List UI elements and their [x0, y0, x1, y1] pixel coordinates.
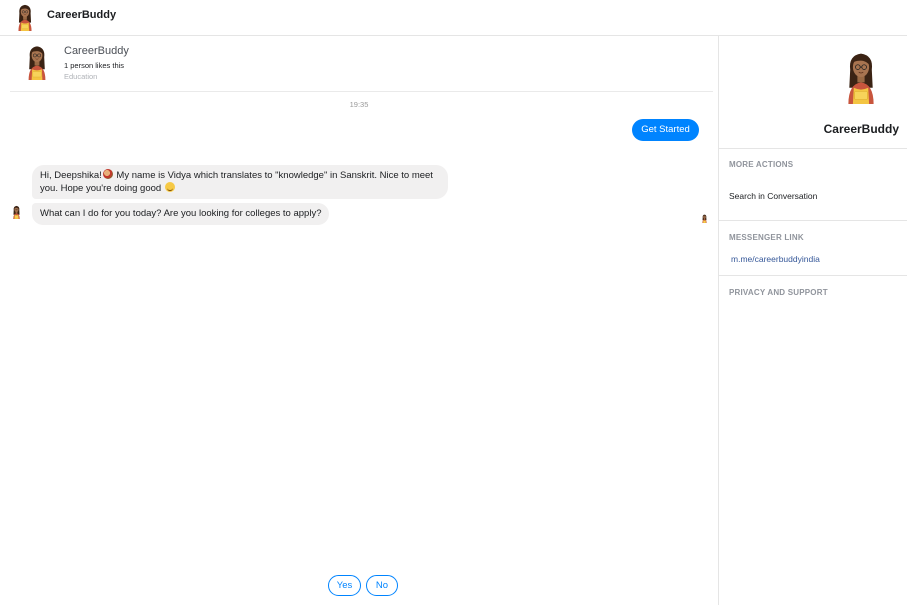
page-profile-header: CareerBuddy 1 person likes this Educatio…: [10, 36, 713, 92]
top-bar: CareerBuddy: [0, 0, 907, 36]
page-name[interactable]: CareerBuddy: [64, 45, 129, 57]
globe-face-emoji-icon: [102, 169, 113, 179]
avatar-icon[interactable]: [14, 3, 36, 31]
divider: [719, 220, 907, 221]
more-actions-heading[interactable]: MORE ACTIONS: [729, 160, 793, 169]
avatar-icon: [11, 205, 22, 219]
quick-reply-no-button[interactable]: No: [366, 575, 398, 596]
message-bubble: What can I do for you today? Are you loo…: [32, 203, 330, 225]
message-timestamp: 19:35: [349, 100, 369, 109]
messenger-link[interactable]: m.me/careerbuddyindia: [731, 254, 820, 264]
info-sidebar: CareerBuddy MORE ACTIONS Search in Conve…: [718, 36, 907, 605]
message-bubble: Hi, Deepshika! My name is Vidya which tr…: [32, 165, 448, 199]
avatar-icon[interactable]: [843, 48, 879, 106]
divider: [719, 148, 907, 149]
page-likes: 1 person likes this: [64, 61, 125, 70]
search-in-conversation-item[interactable]: Search in Conversation: [729, 191, 817, 201]
message-text: Hi, Deepshika!: [40, 170, 102, 181]
privacy-support-heading[interactable]: PRIVACY AND SUPPORT: [729, 288, 828, 297]
chat-panel: CareerBuddy 1 person likes this Educatio…: [0, 36, 718, 605]
get-started-message[interactable]: Get Started: [632, 119, 699, 141]
messenger-link-heading[interactable]: MESSENGER LINK: [729, 233, 804, 242]
message-text: What can I do for you today? Are you loo…: [40, 208, 322, 219]
avatar-icon[interactable]: [23, 44, 51, 80]
app-title: CareerBuddy: [47, 9, 117, 21]
smile-emoji-icon: [164, 182, 175, 192]
divider: [719, 275, 907, 276]
sidebar-page-name: CareerBuddy: [823, 122, 899, 136]
page-category: Education: [64, 72, 98, 81]
quick-reply-yes-button[interactable]: Yes: [328, 575, 361, 596]
read-receipt-avatar-icon: [701, 214, 708, 223]
